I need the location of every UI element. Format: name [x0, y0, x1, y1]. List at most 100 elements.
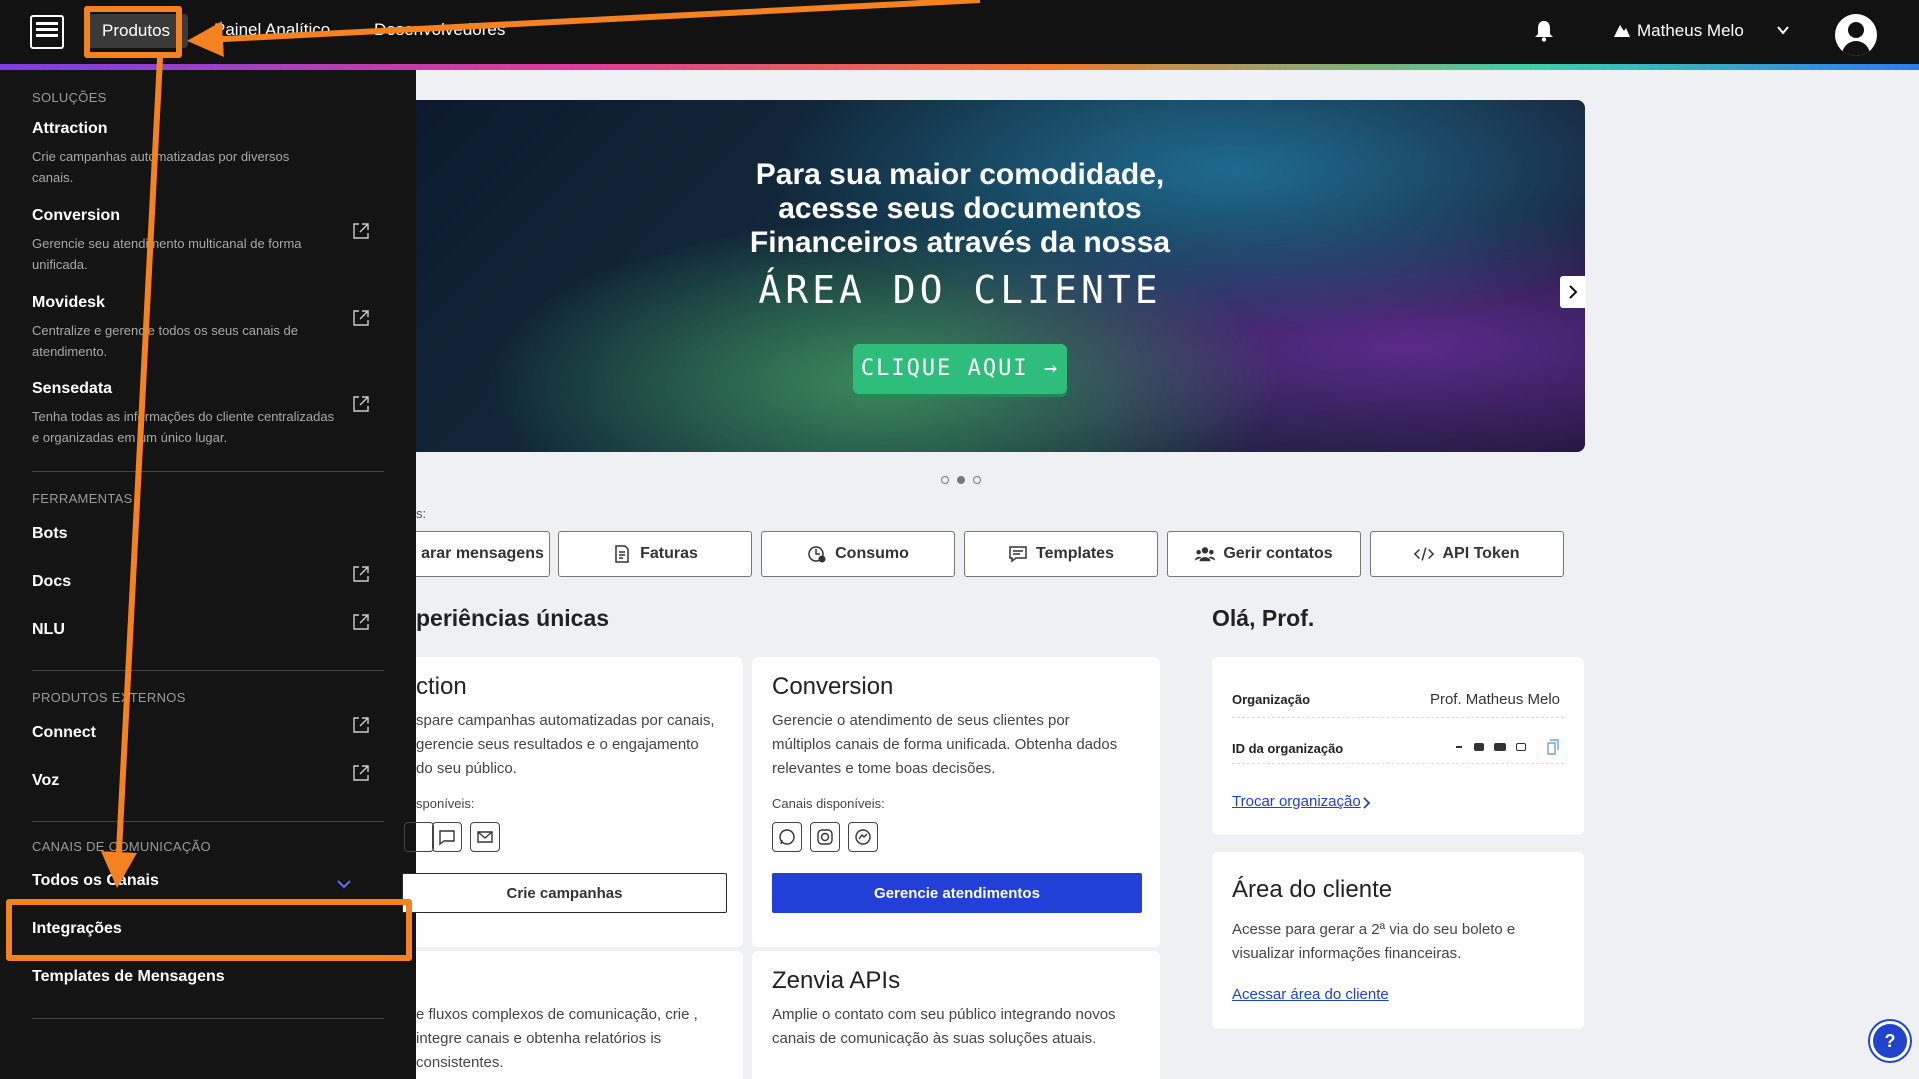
invoice-icon: [615, 545, 629, 563]
promo-banner[interactable]: Para sua maior comodidade, acesse seus d…: [416, 100, 1585, 452]
divider: [32, 1018, 384, 1019]
highlight-produtos: [84, 6, 182, 58]
quick-enviar-mensagens-button[interactable]: arar mensagens: [416, 531, 550, 577]
menu-item-voz[interactable]: Voz: [32, 772, 59, 790]
menu-item-docs[interactable]: Docs: [32, 573, 71, 591]
whatsapp-icon: [772, 822, 802, 852]
menu-item-sensedata-desc: Tenha todas as informações do cliente ce…: [32, 409, 335, 445]
section-heading: periências únicas: [416, 605, 610, 631]
card-description: Gerencie o atendimento de seus clientes …: [772, 712, 1118, 777]
channels-label: sponíveis:: [416, 796, 475, 811]
section-ferramentas: FERRAMENTAS: [32, 491, 133, 506]
gerencie-atendimentos-button[interactable]: Gerencie atendimentos: [772, 873, 1142, 913]
carousel-dot-active[interactable]: [957, 476, 965, 484]
org-icon: [1614, 25, 1630, 37]
menu-item-conversion[interactable]: Conversion: [32, 207, 120, 225]
card-description: Amplie o contato com seu público integra…: [772, 1006, 1116, 1047]
menu-item-conversion-desc: Gerencie seu atendimento multicanal de f…: [32, 236, 302, 272]
external-link-icon[interactable]: [352, 764, 370, 782]
card-title: Conversion: [772, 673, 894, 700]
quick-gerir-contatos-label: Gerir contatos: [1223, 545, 1333, 562]
card-title: Zenvia APIs: [772, 967, 901, 994]
divider: [1232, 717, 1564, 718]
quick-api-token-button[interactable]: API Token: [1370, 531, 1564, 577]
divider: [1232, 763, 1564, 764]
chevron-down-icon[interactable]: [336, 878, 352, 890]
help-button[interactable]: ?: [1870, 1021, 1910, 1061]
messenger-icon: [848, 822, 878, 852]
external-link-icon[interactable]: [352, 395, 370, 413]
org-id-value-masked: [1452, 741, 1542, 753]
menu-item-connect[interactable]: Connect: [32, 724, 96, 742]
section-canais: CANAIS DE COMUNICAÇÃO: [32, 839, 211, 854]
banner-line-4: ÁREA DO CLIENTE: [758, 268, 1162, 312]
email-icon: [470, 822, 500, 852]
help-icon: ?: [1884, 1031, 1896, 1051]
client-area-link[interactable]: Acessar área do cliente: [1232, 986, 1389, 1003]
menu-item-sensedata[interactable]: Sensedata: [32, 380, 112, 398]
channel-icon: [404, 822, 434, 852]
quick-templates-button[interactable]: Templates: [964, 531, 1158, 577]
carousel-dot[interactable]: [941, 476, 949, 484]
carousel-next-button[interactable]: [1560, 276, 1586, 308]
quick-consumo-button[interactable]: Consumo: [761, 531, 955, 577]
quick-consumo-label: Consumo: [835, 545, 909, 562]
external-link-icon[interactable]: [352, 613, 370, 631]
external-link-icon[interactable]: [352, 222, 370, 240]
copy-icon[interactable]: [1546, 739, 1560, 755]
card-description: e fluxos complexos de comunicação, crie …: [416, 1006, 698, 1071]
external-link-icon[interactable]: [352, 309, 370, 327]
quick-api-token-label: API Token: [1442, 545, 1520, 562]
switch-org-link[interactable]: Trocar organização: [1232, 793, 1361, 810]
org-id-label: ID da organização: [1232, 741, 1344, 756]
client-area-desc: Acesse para gerar a 2ª via do seu boleto…: [1232, 921, 1516, 962]
nav-painel-analitico[interactable]: Painel Analítico: [214, 20, 330, 40]
organization-card: Organização Prof. Matheus Melo ID da org…: [1212, 657, 1584, 835]
attraction-card: ction spare campanhas automatizadas por …: [402, 657, 743, 947]
notification-bell-icon[interactable]: [1534, 20, 1554, 42]
sms-icon: [432, 822, 462, 852]
zenvia-logo-icon[interactable]: [30, 15, 64, 49]
banner-line-3: Financeiros através da nossa: [749, 226, 1171, 259]
top-bar: Produtos Painel Analítico Desenvolvedore…: [0, 0, 1919, 64]
menu-item-bots[interactable]: Bots: [32, 525, 68, 543]
banner-cta-button[interactable]: CLIQUE AQUI →: [853, 344, 1067, 394]
crie-campanhas-button[interactable]: Crie campanhas: [402, 873, 727, 913]
quick-faturas-label: Faturas: [640, 545, 698, 562]
avatar[interactable]: [1835, 14, 1877, 56]
zenvia-apis-card: Zenvia APIs Amplie o contato com seu púb…: [752, 951, 1160, 1079]
bots-card: e fluxos complexos de comunicação, crie …: [416, 951, 743, 1079]
user-name[interactable]: Matheus Melo: [1637, 21, 1744, 41]
card-title: ction: [416, 673, 467, 700]
menu-item-movidesk[interactable]: Movidesk: [32, 294, 105, 312]
banner-line-2: acesse seus documentos: [778, 192, 1142, 225]
chevron-down-icon[interactable]: [1776, 23, 1790, 37]
quick-templates-label: Templates: [1036, 545, 1114, 562]
menu-item-todos-os-canais[interactable]: Todos os Canais: [32, 872, 159, 890]
quick-enviar-mensagens-label: arar mensagens: [421, 545, 544, 562]
menu-item-attraction[interactable]: Attraction: [32, 120, 108, 138]
instagram-icon: [810, 822, 840, 852]
card-description: spare campanhas automatizadas por canais…: [416, 712, 715, 777]
quick-gerir-contatos-button[interactable]: Gerir contatos: [1167, 531, 1361, 577]
menu-item-nlu[interactable]: NLU: [32, 621, 65, 639]
menu-item-templates-de-mensagens[interactable]: Templates de Mensagens: [32, 968, 225, 986]
carousel-dot[interactable]: [973, 476, 981, 484]
external-link-icon[interactable]: [352, 565, 370, 583]
quick-faturas-button[interactable]: Faturas: [558, 531, 752, 577]
greeting-heading: Olá, Prof.: [1212, 605, 1315, 631]
code-icon: [1414, 547, 1435, 561]
template-icon: [1009, 546, 1027, 563]
chevron-right-icon: [1569, 285, 1578, 299]
org-label: Organização: [1232, 692, 1311, 707]
menu-item-attraction-desc: Crie campanhas automatizadas por diverso…: [32, 149, 290, 185]
external-link-icon[interactable]: [352, 716, 370, 734]
nav-desenvolvedores[interactable]: Desenvolvedores: [374, 20, 505, 40]
section-solucoes: SOLUÇÕES: [32, 90, 107, 105]
client-area-card: Área do cliente Acesse para gerar a 2ª v…: [1212, 852, 1584, 1029]
conversion-card: Conversion Gerencie o atendimento de seu…: [752, 657, 1160, 947]
org-value: Prof. Matheus Melo: [1429, 691, 1560, 708]
divider: [32, 670, 384, 671]
channels-label: Canais disponíveis:: [772, 796, 885, 811]
consumption-icon: [808, 546, 826, 563]
